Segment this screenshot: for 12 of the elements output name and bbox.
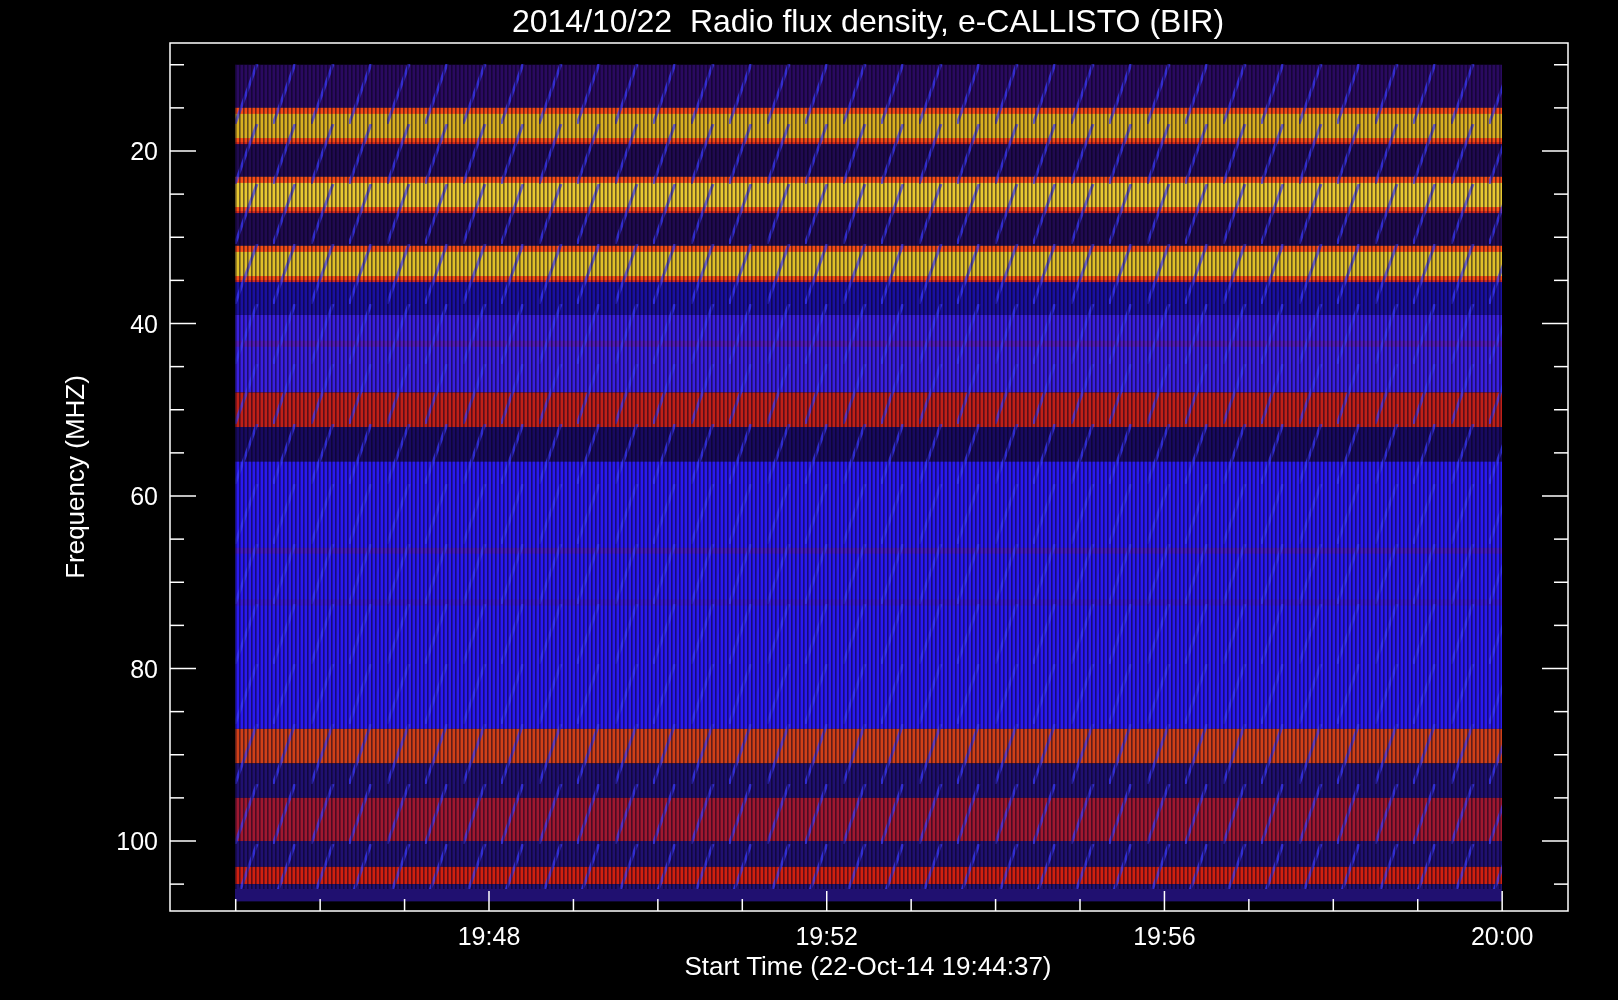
tick-label: 60 [130, 482, 158, 510]
axis-label: Start Time (22-Oct-14 19:44:37) [684, 951, 1052, 981]
tick-label: 19:48 [457, 922, 521, 950]
tick-label: 20:00 [1470, 922, 1534, 950]
tick-label: 100 [116, 827, 158, 855]
tick-label: 19:52 [795, 922, 858, 950]
tick-label: 20 [130, 137, 158, 165]
tick-label: 19:56 [1133, 922, 1196, 950]
axis-label: Frequency (MHZ) [60, 375, 90, 579]
tick-label: 80 [130, 654, 158, 683]
chart-title: 2014/10/22 Radio flux density, e-CALLISTO (BIR) [511, 3, 1225, 39]
tick-label: 40 [130, 309, 158, 338]
